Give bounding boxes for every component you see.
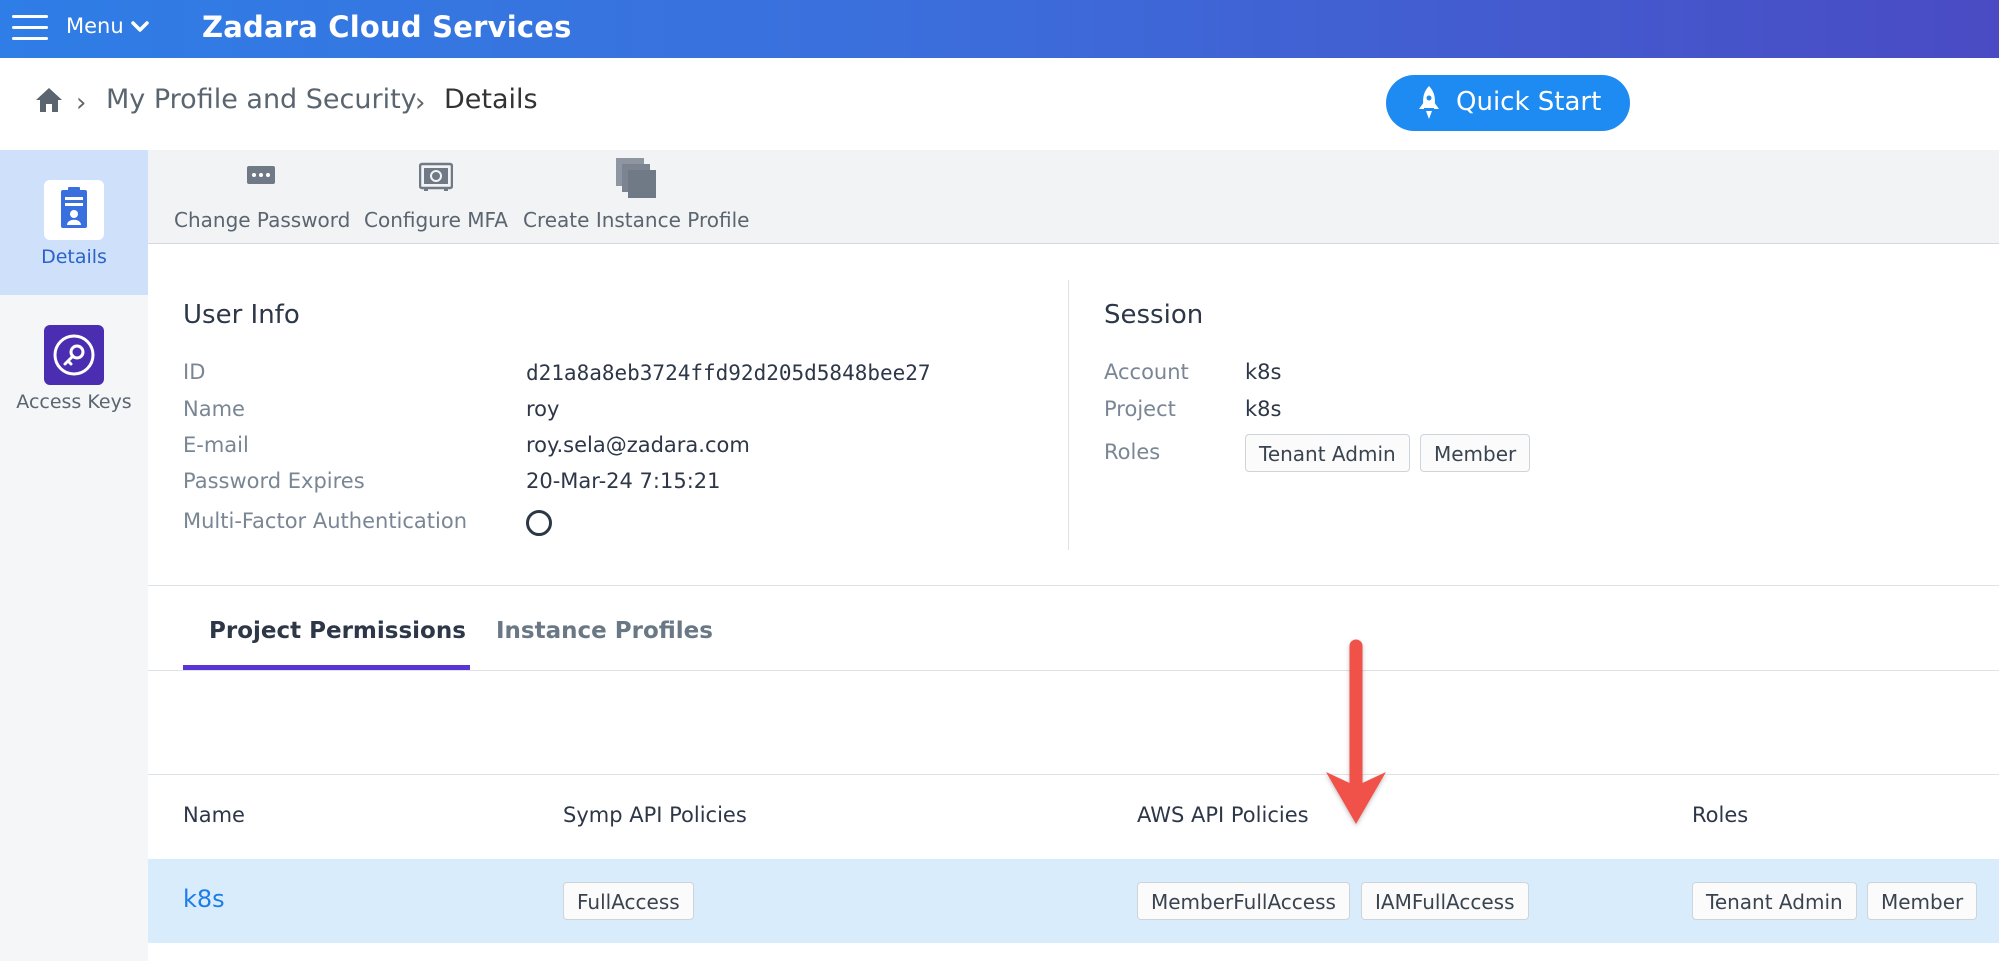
id-value: d21a8a8eb3724ffd92d205d5848bee27 <box>526 361 931 385</box>
email-label: E-mail <box>183 433 249 457</box>
top-bar: Menu Zadara Cloud Services <box>0 0 1999 58</box>
change-password-button[interactable]: Change Password <box>174 150 351 244</box>
aws-policy-badge: MemberFullAccess <box>1137 882 1350 920</box>
account-value: k8s <box>1245 360 1282 384</box>
app-title: Zadara Cloud Services <box>202 10 572 44</box>
mfa-status-circle-icon <box>526 510 552 536</box>
nav-item-details[interactable]: Details <box>0 150 148 295</box>
tabs-divider <box>148 670 1999 671</box>
project-label: Project <box>1104 397 1176 421</box>
change-password-label: Change Password <box>174 208 351 232</box>
tab-project-permissions[interactable]: Project Permissions <box>209 618 466 644</box>
password-expires-label: Password Expires <box>183 469 365 493</box>
password-expires-value: 20-Mar-24 7:15:21 <box>526 469 721 493</box>
key-icon <box>44 325 104 385</box>
aws-policy-badge: IAMFullAccess <box>1361 882 1529 920</box>
symp-policy-badge: FullAccess <box>563 882 694 920</box>
nav-item-access-keys[interactable]: Access Keys <box>0 295 148 440</box>
table-top-divider <box>148 774 1999 775</box>
chevron-down-icon[interactable] <box>130 18 150 36</box>
clipboard-badge-icon <box>44 180 104 240</box>
column-header-aws-policies: AWS API Policies <box>1137 803 1309 827</box>
breadcrumb-bar: › My Profile and Security › Details Quic… <box>0 58 1999 150</box>
role-badge: Tenant Admin <box>1692 882 1857 920</box>
role-badge: Member <box>1867 882 1978 920</box>
mfa-label: Multi-Factor Authentication <box>183 509 468 533</box>
session-role-badge: Member <box>1420 434 1531 472</box>
user-info-title: User Info <box>183 300 300 330</box>
info-divider <box>1068 280 1069 550</box>
rocket-icon <box>1419 86 1439 119</box>
email-value: roy.sela@zadara.com <box>526 433 750 457</box>
menu-label[interactable]: Menu <box>66 14 124 38</box>
breadcrumb-separator-icon: › <box>415 88 426 118</box>
quick-start-button[interactable]: Quick Start <box>1386 75 1630 131</box>
breadcrumb-current: Details <box>444 84 538 115</box>
copy-stack-icon <box>616 158 656 198</box>
column-header-name: Name <box>183 803 245 827</box>
quick-start-label: Quick Start <box>1456 87 1602 117</box>
project-value: k8s <box>1245 397 1282 421</box>
create-instance-profile-button[interactable]: Create Instance Profile <box>523 150 749 244</box>
roles-label: Roles <box>1104 440 1161 464</box>
tab-instance-profiles[interactable]: Instance Profiles <box>496 618 713 644</box>
configure-mfa-button[interactable]: Configure MFA <box>364 150 508 244</box>
column-header-roles: Roles <box>1692 803 1749 827</box>
nav-label-access-keys: Access Keys <box>16 391 132 413</box>
password-field-icon <box>247 166 275 184</box>
name-label: Name <box>183 397 245 421</box>
breadcrumb-profile-link[interactable]: My Profile and Security <box>106 84 417 115</box>
session-title: Session <box>1104 300 1204 330</box>
configure-mfa-label: Configure MFA <box>364 208 508 232</box>
nav-label-details: Details <box>41 246 107 268</box>
project-link[interactable]: k8s <box>183 885 225 913</box>
account-label: Account <box>1104 360 1189 384</box>
annotation-arrow-icon <box>1326 639 1386 824</box>
actions-toolbar: Change Password Configure MFA Create Ins… <box>148 150 1999 244</box>
section-divider <box>148 585 1999 586</box>
breadcrumb-separator-icon: › <box>76 88 87 118</box>
name-value: roy <box>526 397 560 421</box>
left-navigation: Details Access Keys <box>0 150 148 961</box>
safe-icon <box>419 162 453 191</box>
hamburger-menu-icon[interactable] <box>10 11 50 45</box>
create-instance-profile-label: Create Instance Profile <box>523 208 750 232</box>
session-role-badge: Tenant Admin <box>1245 434 1410 472</box>
id-label: ID <box>183 360 206 384</box>
home-icon[interactable] <box>34 86 64 114</box>
column-header-symp-policies: Symp API Policies <box>563 803 747 827</box>
